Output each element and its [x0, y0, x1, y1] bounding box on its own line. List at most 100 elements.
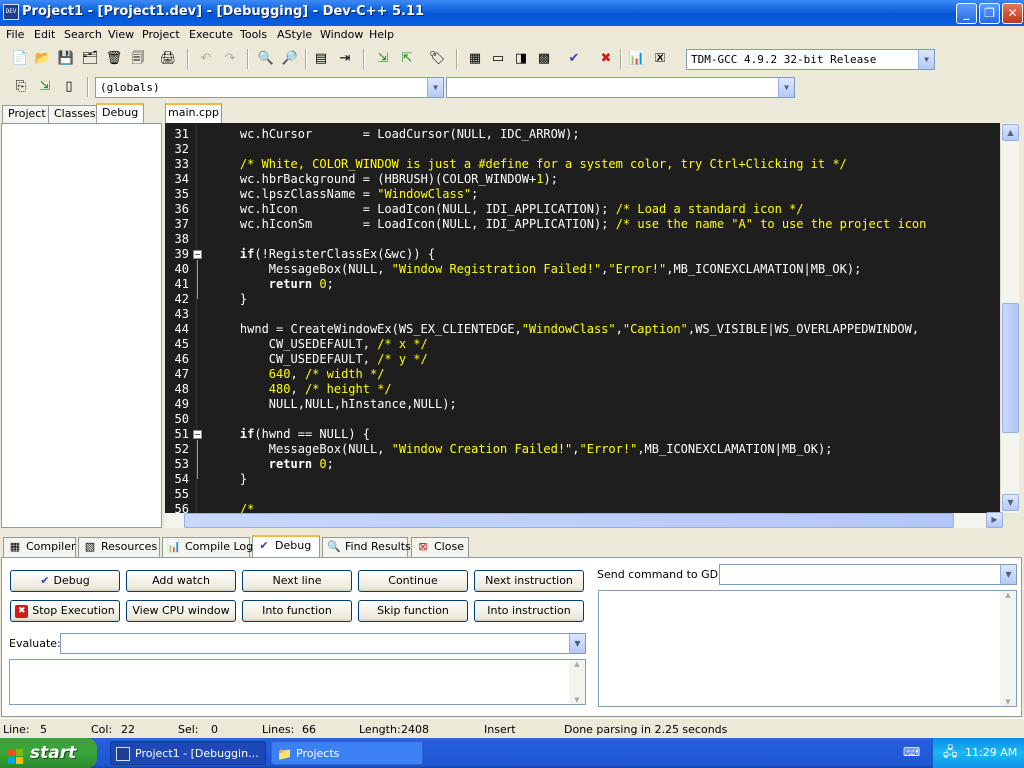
- tab-debug[interactable]: Debug: [96, 103, 145, 124]
- stop-execution-button[interactable]: ✖ Stop Execution: [10, 600, 120, 622]
- debug-panel: ✔ Debug Add watch Next line Continue Next…: [1, 557, 1022, 717]
- menu-execute[interactable]: Execute: [189, 28, 233, 41]
- scroll-up-icon[interactable]: ▲: [569, 660, 585, 668]
- code-editor[interactable]: 31 32 33 34 35 36 37 38 39 40 41 42 43 44 45 46 47 48 49 50…: [165, 123, 1000, 513]
- gdb-output-scrollbar[interactable]: ▲ ▼: [1000, 591, 1016, 706]
- menu-window[interactable]: Window: [320, 28, 363, 41]
- scroll-up-icon[interactable]: ▲: [1002, 124, 1019, 141]
- network-icon[interactable]: 🖧: [943, 738, 958, 768]
- next-instruction-button[interactable]: Next instruction: [474, 570, 584, 592]
- menu-file[interactable]: File: [6, 28, 24, 41]
- debug-button[interactable]: ✔ Debug: [10, 570, 120, 592]
- menu-project[interactable]: Project: [142, 28, 180, 41]
- evaluate-output[interactable]: ▲ ▼: [9, 659, 586, 705]
- open-file-icon[interactable]: 📂: [33, 49, 53, 69]
- menu-view[interactable]: View: [108, 28, 134, 41]
- run-icon[interactable]: ▭: [488, 49, 508, 69]
- stop-execution-icon[interactable]: ✖: [596, 49, 616, 69]
- taskbar-item-projects[interactable]: 📁 Projects: [271, 741, 423, 765]
- close-window-button[interactable]: ✕: [1002, 3, 1023, 24]
- add-to-project-icon[interactable]: ⇲: [373, 49, 393, 69]
- tab-compiler[interactable]: ▦ Compiler: [3, 537, 76, 557]
- close-all-icon[interactable]: 🗐: [128, 49, 148, 69]
- toggle-bookmark-icon[interactable]: ⇲: [35, 77, 55, 97]
- compiler-select[interactable]: TDM-GCC 4.9.2 32-bit Release ▼: [686, 49, 935, 70]
- chevron-down-icon[interactable]: ▼: [778, 78, 794, 97]
- undo-icon[interactable]: ↶: [196, 49, 216, 69]
- scroll-down-icon[interactable]: ▼: [569, 696, 585, 704]
- syntax-check-icon[interactable]: ✔: [564, 49, 584, 69]
- minimize-button[interactable]: _: [956, 3, 977, 24]
- member-select[interactable]: ▼: [446, 77, 795, 98]
- new-file-icon[interactable]: 📄: [10, 49, 30, 69]
- save-icon[interactable]: 💾: [56, 49, 76, 69]
- horizontal-scroll-thumb[interactable]: [184, 513, 954, 528]
- menu-tools[interactable]: Tools: [240, 28, 267, 41]
- compile-icon[interactable]: ▦: [465, 49, 485, 69]
- evaluate-input[interactable]: ▼: [60, 633, 586, 654]
- replace-icon[interactable]: 🔎: [280, 49, 300, 69]
- maximize-button[interactable]: ❐: [979, 3, 1000, 24]
- line-number-gutter[interactable]: 31 32 33 34 35 36 37 38 39 40 41 42 43 44 45 46 47 48 49 50…: [165, 123, 197, 513]
- goto-bookmark-icon[interactable]: ▯: [59, 77, 79, 97]
- gdb-output[interactable]: ▲ ▼: [598, 590, 1017, 707]
- devcpp-app-icon[interactable]: DEV: [3, 4, 19, 20]
- keyboard-icon[interactable]: ⌨: [903, 745, 920, 761]
- fold-collapse-icon[interactable]: −: [193, 430, 202, 439]
- redo-icon[interactable]: ↷: [220, 49, 240, 69]
- next-line-button[interactable]: Next line: [242, 570, 352, 592]
- view-cpu-window-button[interactable]: View CPU window: [126, 600, 236, 622]
- evaluate-output-scrollbar[interactable]: ▲ ▼: [569, 660, 585, 704]
- chevron-down-icon[interactable]: ▼: [1000, 565, 1016, 584]
- skip-function-button[interactable]: Skip function: [358, 600, 468, 622]
- tab-classes[interactable]: Classes: [48, 105, 102, 123]
- into-function-button[interactable]: Into function: [242, 600, 352, 622]
- chevron-down-icon[interactable]: ▼: [569, 634, 585, 653]
- delete-profile-icon[interactable]: 🗷: [650, 49, 670, 69]
- menu-edit[interactable]: Edit: [34, 28, 55, 41]
- tab-find-results[interactable]: 🔍 Find Results: [322, 537, 411, 557]
- vertical-scroll-thumb[interactable]: [1002, 303, 1019, 433]
- tab-compile-log[interactable]: 📊 Compile Log: [162, 537, 253, 557]
- remove-from-project-icon[interactable]: ⇱: [397, 49, 417, 69]
- close-file-icon[interactable]: 🗑: [104, 49, 124, 69]
- menu-astyle[interactable]: AStyle: [277, 28, 312, 41]
- goto-line-icon[interactable]: ⇥: [335, 49, 355, 69]
- scroll-down-icon[interactable]: ▼: [1002, 494, 1019, 511]
- folder-icon: 📁: [277, 747, 292, 761]
- gdb-command-input[interactable]: ▼: [719, 564, 1017, 585]
- editor-tab-main-cpp[interactable]: main.cpp: [165, 103, 222, 123]
- add-watch-button[interactable]: Add watch: [126, 570, 236, 592]
- save-all-icon[interactable]: 🗂: [80, 49, 100, 69]
- insert-icon[interactable]: ⎘: [11, 77, 31, 97]
- fold-collapse-icon[interactable]: −: [193, 250, 202, 259]
- editor-horizontal-scrollbar[interactable]: ▶: [165, 512, 1003, 528]
- find-icon[interactable]: 🔍: [256, 49, 276, 69]
- compile-run-icon[interactable]: ◨: [511, 49, 531, 69]
- clock[interactable]: 11:29 AM: [965, 738, 1017, 768]
- debug-watch-panel[interactable]: [1, 123, 162, 528]
- start-button[interactable]: start: [0, 738, 97, 768]
- title-bar[interactable]: DEV Project1 - [Project1.dev] - [Debuggi…: [0, 0, 1024, 26]
- profile-analysis-icon[interactable]: 📊: [627, 49, 647, 69]
- scope-select[interactable]: (globals) ▼: [95, 77, 444, 98]
- editor-vertical-scrollbar[interactable]: ▲ ▼: [1000, 123, 1019, 513]
- chevron-down-icon[interactable]: ▼: [918, 50, 934, 69]
- rebuild-all-icon[interactable]: ▩: [534, 49, 554, 69]
- into-instruction-button[interactable]: Into instruction: [474, 600, 584, 622]
- chevron-down-icon[interactable]: ▼: [427, 78, 443, 97]
- print-icon[interactable]: 🖨: [158, 49, 178, 69]
- taskbar-item-devcpp[interactable]: Project1 - [Debuggin...: [110, 741, 266, 765]
- scroll-right-icon[interactable]: ▶: [986, 512, 1003, 528]
- tab-resources[interactable]: ▧ Resources: [78, 537, 160, 557]
- continue-button[interactable]: Continue: [358, 570, 468, 592]
- menu-help[interactable]: Help: [369, 28, 394, 41]
- indent-icon[interactable]: ▤: [311, 49, 331, 69]
- menu-search[interactable]: Search: [64, 28, 102, 41]
- scroll-down-icon[interactable]: ▼: [1000, 698, 1016, 706]
- project-options-icon[interactable]: 🏷: [427, 49, 447, 69]
- tab-debug-output[interactable]: ✔ Debug: [252, 535, 320, 558]
- tab-close[interactable]: ⊠ Close: [411, 537, 469, 557]
- tab-project[interactable]: Project: [2, 105, 52, 123]
- scroll-up-icon[interactable]: ▲: [1000, 591, 1016, 599]
